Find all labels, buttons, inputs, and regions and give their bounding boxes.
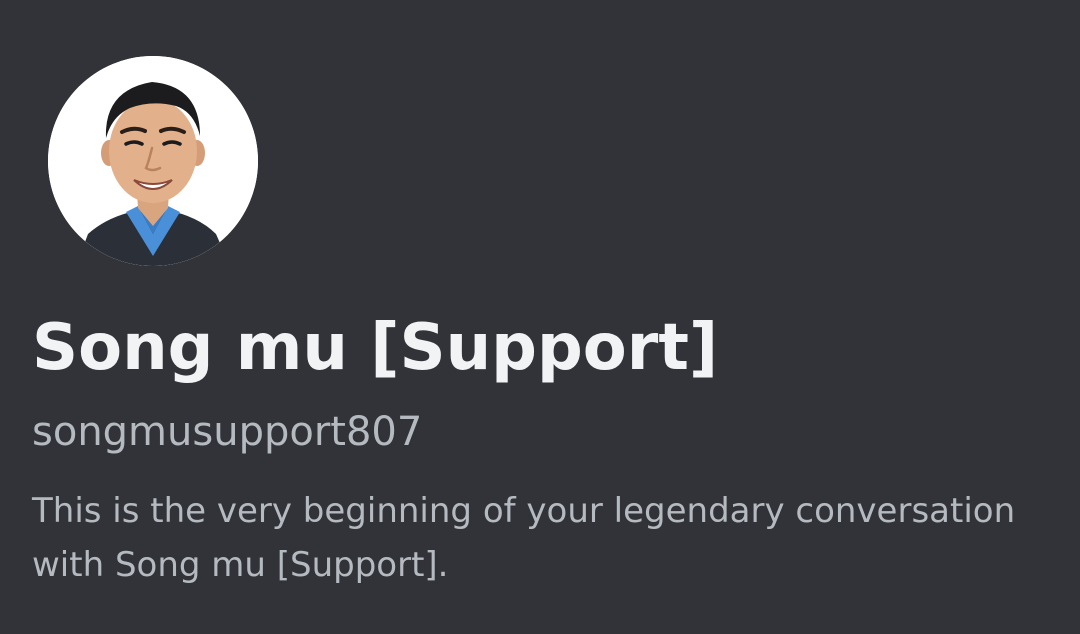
dm-welcome-header: Song mu [Support] songmusupport807 This …: [0, 0, 1080, 634]
avatar-photo: [48, 56, 258, 266]
username: songmusupport807: [32, 409, 423, 455]
conversation-intro-text: This is the very beginning of your legen…: [32, 491, 1016, 585]
display-name: Song mu [Support]: [32, 311, 719, 385]
avatar[interactable]: [48, 56, 258, 266]
